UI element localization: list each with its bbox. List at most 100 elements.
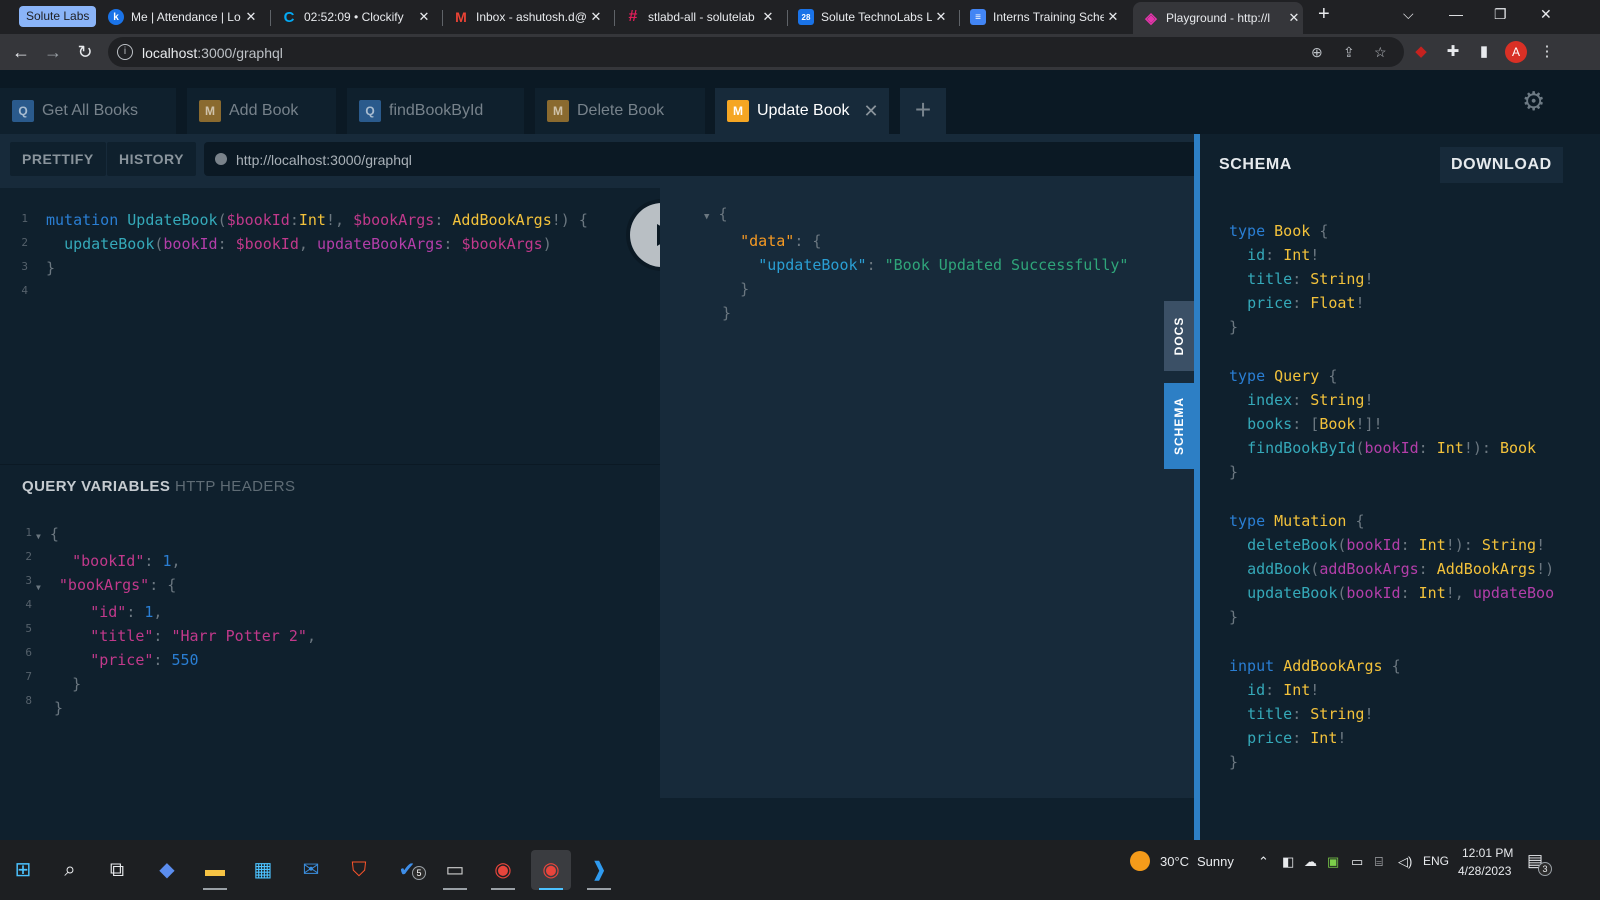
tab-add-book[interactable]: M Add Book	[187, 88, 336, 134]
store-icon[interactable]: ▦	[243, 850, 283, 890]
connection-status-dot	[215, 153, 227, 165]
prettify-button[interactable]: PRETTIFY	[10, 142, 106, 176]
more-menu-icon[interactable]: ⋮	[1537, 42, 1557, 62]
json-value: 1	[144, 603, 154, 621]
tab-update-book[interactable]: M Update Book ✕	[715, 88, 889, 134]
close-icon[interactable]: ✕	[1104, 9, 1122, 25]
result-key: "updateBook"	[758, 256, 867, 274]
schema-title: SCHEMA	[1219, 156, 1292, 173]
notification-icon[interactable]: ▤ 3	[1527, 851, 1552, 876]
close-icon[interactable]: ✕	[587, 9, 605, 25]
weather-sun-icon[interactable]	[1130, 851, 1150, 871]
tab-get-all-books[interactable]: Q Get All Books	[0, 88, 176, 134]
keka-icon: k	[108, 9, 124, 25]
terminal-icon[interactable]: ▭	[435, 850, 475, 890]
side-panel-icon[interactable]: ▮	[1474, 42, 1494, 62]
close-icon[interactable]: ✕	[1285, 10, 1303, 26]
meet-icon[interactable]: ◧	[1282, 854, 1294, 870]
url-path: :3000/graphql	[197, 45, 283, 61]
file-explorer-icon[interactable]: ▬	[195, 850, 235, 890]
zoom-icon[interactable]: ⊕	[1311, 44, 1323, 61]
browser-tab-gmail[interactable]: M Inbox - ashutosh.d@ ✕	[453, 4, 605, 30]
search-icon[interactable]: ⌕	[50, 850, 90, 890]
profile-avatar[interactable]: A	[1505, 41, 1527, 63]
back-icon[interactable]: ←	[8, 39, 34, 65]
extensions-icon[interactable]: ✚	[1443, 42, 1463, 62]
close-tab-icon[interactable]: ✕	[864, 101, 879, 122]
browser-tab-calendar[interactable]: 28 Solute TechnoLabs LL ✕	[798, 4, 950, 30]
network-icon[interactable]: ⌸	[1375, 854, 1383, 870]
line-number: 8	[25, 694, 32, 707]
volume-icon[interactable]: ◁)	[1398, 854, 1412, 870]
new-tab-icon[interactable]: +	[1318, 3, 1330, 26]
window-close-icon[interactable]: ✕	[1540, 6, 1552, 23]
close-icon[interactable]: ✕	[932, 9, 950, 25]
browser-tab-title: Playground - http://l	[1166, 11, 1271, 25]
todo-icon[interactable]: ✔ 5	[387, 850, 427, 890]
tab-search-icon[interactable]: ⌵	[1403, 6, 1414, 23]
browser-tab-slack[interactable]: # stlabd-all - solutelab ✕	[625, 4, 777, 30]
chrome-icon[interactable]: ◉	[483, 850, 523, 890]
minimize-icon[interactable]: —	[1449, 6, 1463, 22]
tab-separator	[270, 10, 271, 26]
browser-tab-clockify[interactable]: C 02:52:09 • Clockify ✕	[281, 4, 433, 30]
clock-time[interactable]: 12:01 PM	[1462, 846, 1513, 860]
gmail-icon: M	[455, 9, 467, 25]
close-icon[interactable]: ✕	[415, 9, 433, 25]
browser-tab-attendance[interactable]: k Me | Attendance | Lo ✕	[108, 4, 260, 30]
tab-delete-book[interactable]: M Delete Book	[535, 88, 705, 134]
tab-label: Add Book	[229, 102, 299, 119]
share-icon[interactable]: ⇪	[1343, 44, 1355, 61]
address-bar[interactable]: i localhost:3000/graphql ⊕ ⇪ ☆	[108, 37, 1404, 67]
onedrive-icon[interactable]: ☁	[1304, 854, 1317, 870]
download-button[interactable]: DOWNLOAD	[1440, 147, 1563, 183]
query-line-2: updateBook(bookId: $bookId, updateBookAr…	[64, 235, 552, 253]
bookmark-star-icon[interactable]: ☆	[1374, 44, 1387, 61]
query-editor[interactable]: 1 2 3 4 mutation UpdateBook($bookId:Int!…	[0, 188, 660, 464]
query-line-3: }	[46, 259, 56, 277]
editor-toolbar: PRETTIFY HISTORY http://localhost:3000/g…	[0, 134, 1194, 188]
weather-temp[interactable]: 30°C	[1160, 854, 1189, 869]
copilot-icon[interactable]: ◆	[147, 850, 187, 890]
tab-group-chip[interactable]: Solute Labs	[19, 6, 97, 27]
clock-date[interactable]: 4/28/2023	[1458, 864, 1511, 878]
chrome-profile-icon[interactable]: ◉	[531, 850, 571, 890]
windows-start-icon[interactable]: ⊞	[3, 850, 43, 890]
schema-side-tab[interactable]: SCHEMA	[1164, 383, 1194, 469]
json-key: "bookId"	[72, 552, 145, 570]
mail-icon[interactable]: ✉	[291, 850, 331, 890]
query-badge: Q	[359, 100, 381, 122]
slack-icon: #	[628, 8, 638, 25]
add-tab-icon[interactable]: +	[900, 88, 946, 134]
browser-tab-playground[interactable]: ◈ Playground - http://l ✕	[1133, 2, 1303, 34]
brave-icon[interactable]: ⛉	[339, 850, 379, 890]
weather-desc[interactable]: Sunny	[1197, 854, 1234, 869]
site-info-icon[interactable]: i	[117, 44, 133, 60]
show-hidden-icons[interactable]: ⌃	[1258, 854, 1269, 870]
line-number: 5	[25, 622, 32, 635]
app-tray-icon[interactable]: ▣	[1327, 854, 1339, 870]
task-view-icon[interactable]: ⧉	[97, 850, 137, 890]
forward-icon[interactable]: →	[40, 39, 66, 65]
restore-icon[interactable]: ❐	[1494, 6, 1507, 23]
tab-find-book-by-id[interactable]: Q findBookById	[347, 88, 524, 134]
endpoint-input[interactable]: http://localhost:3000/graphql	[204, 142, 1194, 176]
http-headers-tab[interactable]: HTTP HEADERS	[175, 478, 295, 495]
close-icon[interactable]: ✕	[242, 9, 260, 25]
history-button[interactable]: HISTORY	[107, 142, 196, 176]
docs-side-tab[interactable]: DOCS	[1164, 301, 1194, 371]
language-indicator[interactable]: ENG	[1423, 854, 1449, 868]
result-value: "Book Updated Successfully"	[884, 256, 1129, 274]
close-icon[interactable]: ✕	[759, 9, 777, 25]
query-variables-tab[interactable]: QUERY VARIABLES	[22, 478, 170, 495]
endpoint-url: http://localhost:3000/graphql	[236, 152, 412, 168]
vscode-icon[interactable]: ❱	[579, 850, 619, 890]
settings-gear-icon[interactable]: ⚙	[1522, 88, 1548, 114]
reload-icon[interactable]: ↻	[72, 39, 98, 65]
ublock-icon[interactable]: ◆	[1411, 42, 1431, 62]
tab-separator	[959, 10, 960, 26]
tab-separator	[787, 10, 788, 26]
browser-tab-docs[interactable]: ≡ Interns Training Sche ✕	[970, 4, 1122, 30]
line-number: 4	[21, 284, 28, 297]
battery-icon[interactable]: ▭	[1351, 854, 1363, 870]
